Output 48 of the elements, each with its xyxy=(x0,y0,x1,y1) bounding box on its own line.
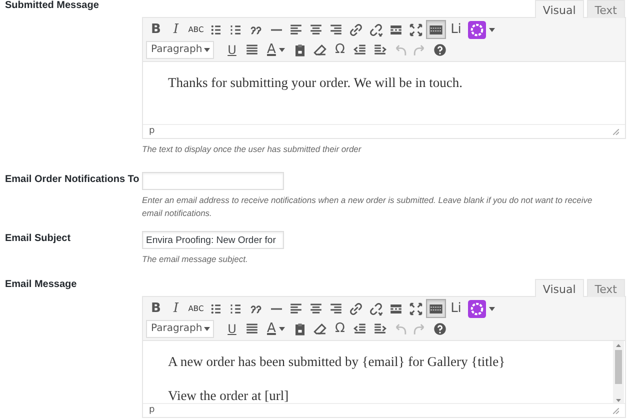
toolbar-button[interactable]: Li xyxy=(446,20,466,39)
help-text: The text to display once the user has submitted their order xyxy=(142,143,362,156)
element-path[interactable]: p xyxy=(149,404,155,417)
editor-tab[interactable]: Text xyxy=(586,279,625,297)
resize-handle-icon[interactable] xyxy=(613,128,619,134)
text-field[interactable] xyxy=(142,172,284,190)
format-dropdown[interactable]: Paragraph xyxy=(146,320,214,338)
underline-button[interactable]: U xyxy=(222,319,242,338)
caret-icon xyxy=(204,326,210,330)
caret-icon xyxy=(278,326,285,330)
editor-paragraph: Thanks for submitting your order. We will be in touch. xyxy=(168,74,464,91)
italic-button[interactable]: I xyxy=(166,299,186,318)
element-path[interactable]: p xyxy=(149,125,155,138)
field-label: Email Subject xyxy=(5,232,72,244)
caret-icon xyxy=(204,48,210,52)
horizontal-line-icon xyxy=(270,308,282,310)
bold-button[interactable]: B xyxy=(146,299,166,318)
caret-icon xyxy=(488,28,494,32)
plugin-button[interactable] xyxy=(466,299,496,318)
ring-icon xyxy=(468,20,486,38)
toolbar-button[interactable]: Ω xyxy=(330,40,350,59)
field-label: Submitted Message xyxy=(5,0,100,11)
editor-paragraph: View the order at [url] xyxy=(168,387,290,403)
toolbar-toggle-button[interactable] xyxy=(426,20,446,39)
toolbar-button[interactable]: Li xyxy=(446,299,466,318)
toolbar-toggle-button[interactable] xyxy=(426,299,446,318)
field-label: Email Message xyxy=(5,279,78,290)
caret-icon xyxy=(278,48,285,52)
editor-tab[interactable]: Text xyxy=(586,0,625,18)
horizontal-line-icon xyxy=(270,28,282,30)
plugin-button[interactable] xyxy=(466,20,496,39)
resize-handle-icon[interactable] xyxy=(613,408,619,414)
editor-paragraph: A new order has been submitted by {email} for Gallery {title} xyxy=(168,353,506,370)
help-text: Enter an email address to receive notifications when a new order is submitted. Leave blank if you do not want to receive email notifications. xyxy=(142,194,594,220)
toolbar-button[interactable]: Ω xyxy=(330,319,350,338)
italic-button[interactable]: I xyxy=(166,20,186,39)
caret-icon xyxy=(488,306,494,310)
editor-tab[interactable]: Visual xyxy=(534,0,584,18)
underline-button[interactable]: U xyxy=(222,40,242,59)
format-dropdown[interactable]: Paragraph xyxy=(146,40,214,58)
editor-tab[interactable]: Visual xyxy=(534,279,584,297)
text-color-button[interactable]: A xyxy=(262,40,290,59)
bold-button[interactable]: B xyxy=(146,20,166,39)
help-text: The email message subject. xyxy=(142,253,249,266)
ring-icon xyxy=(468,300,486,318)
field-label: Email Order Notifications To xyxy=(5,173,140,185)
text-field[interactable]: Envira Proofing: New Order for xyxy=(142,231,284,249)
text-color-button[interactable]: A xyxy=(262,319,290,338)
